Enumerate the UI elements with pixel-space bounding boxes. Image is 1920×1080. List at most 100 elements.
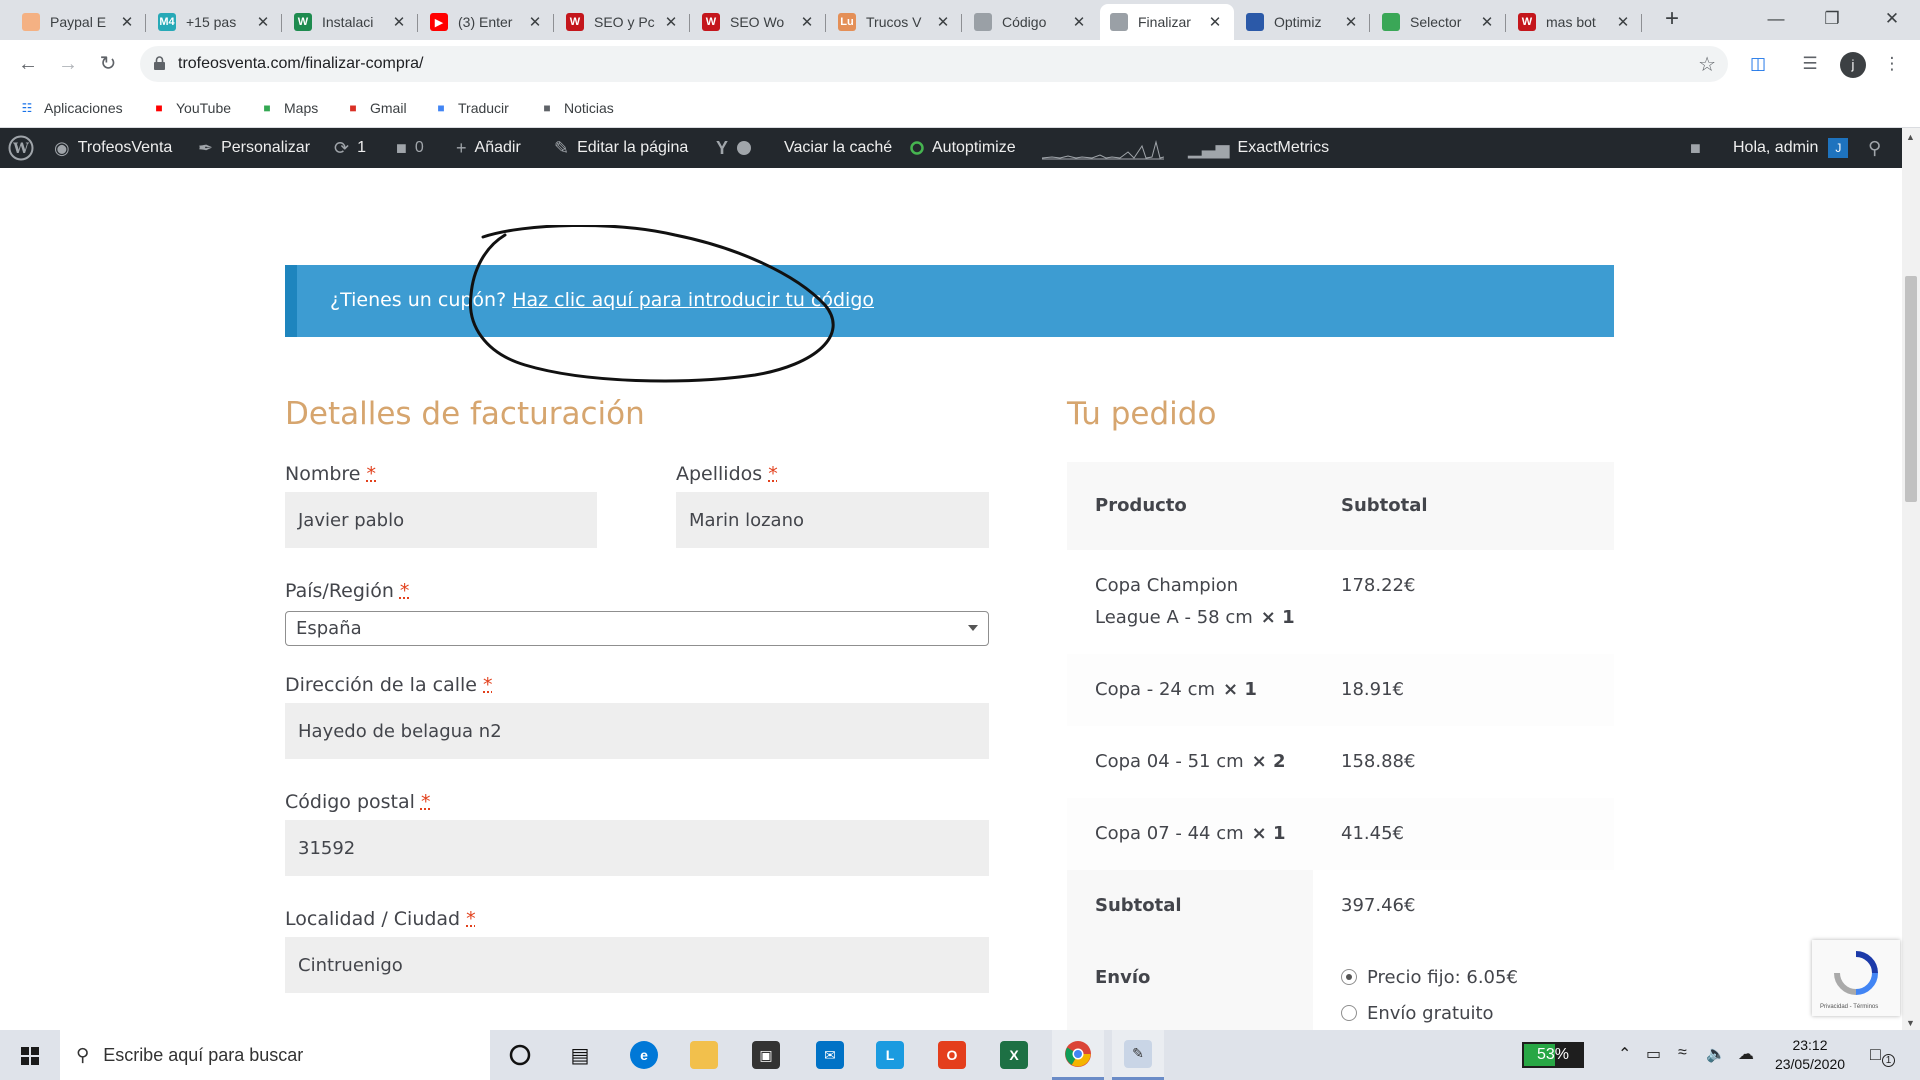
reload-button[interactable]: ↻	[94, 50, 122, 78]
cortana-button[interactable]	[494, 1030, 546, 1080]
scroll-down-arrow-icon[interactable]: ▼	[1906, 1018, 1915, 1028]
browser-tab[interactable]: W Instalaci ✕	[284, 4, 418, 40]
browser-tab[interactable]: Código ✕	[964, 4, 1098, 40]
add-new-menu[interactable]: + Añadir	[456, 128, 521, 168]
bookmark-noticias[interactable]: ■ Noticias	[538, 96, 613, 120]
recaptcha-badge[interactable]: Privacidad - Términos	[1812, 940, 1900, 1016]
extension-icon[interactable]: ◫	[1746, 52, 1770, 76]
task-view-button[interactable]: ▤	[554, 1030, 606, 1080]
chrome-app[interactable]	[1052, 1030, 1104, 1080]
browser-tab[interactable]: Selector ✕	[1372, 4, 1506, 40]
site-name-menu[interactable]: ◉ TrofeosVenta	[54, 128, 172, 168]
battery-meter[interactable]: 53%	[1522, 1042, 1584, 1068]
close-tab-icon[interactable]: ✕	[934, 13, 952, 31]
start-button[interactable]	[0, 1030, 60, 1080]
browser-tab[interactable]: ▶ (3) Enter ✕	[420, 4, 554, 40]
coupon-link[interactable]: Haz clic aquí para introducir tu código	[512, 289, 874, 311]
taskbar-search[interactable]: ⚲ Escribe aquí para buscar	[60, 1030, 490, 1080]
store-app[interactable]: ▣	[740, 1030, 792, 1080]
show-hidden-icons-chevron-icon[interactable]: ⌃	[1618, 1044, 1631, 1064]
system-clock[interactable]: 23:12 23/05/2020	[1770, 1036, 1850, 1074]
autoptimize-menu[interactable]: Autoptimize	[910, 128, 1016, 168]
bookmark-star-icon[interactable]: ☆	[1698, 52, 1716, 77]
excel-icon: X	[1000, 1041, 1028, 1069]
media-control-icon[interactable]: ☰	[1798, 52, 1822, 76]
yoast-seo-menu[interactable]: Y	[716, 128, 752, 168]
close-tab-icon[interactable]: ✕	[118, 13, 136, 31]
clear-cache-link[interactable]: Vaciar la caché	[784, 128, 892, 168]
last-name-field[interactable]: Marin lozano	[676, 492, 989, 548]
action-center-button[interactable]: □ 1	[1870, 1044, 1895, 1067]
tab-separator	[689, 14, 690, 32]
onedrive-cloud-icon[interactable]: ☁	[1738, 1044, 1754, 1064]
comments-link[interactable]: ■ 0	[396, 128, 424, 168]
close-tab-icon[interactable]: ✕	[798, 13, 816, 31]
paint-app[interactable]: ✎	[1112, 1030, 1164, 1080]
radio-selected-icon[interactable]	[1341, 969, 1357, 985]
browser-tab[interactable]: Finalizar ✕	[1100, 4, 1234, 40]
bookmark-gmail[interactable]: ■ Gmail	[344, 96, 406, 120]
exactmetrics-menu[interactable]: ▁▃▅ ExactMetrics	[1188, 128, 1329, 168]
stats-sparkline-icon[interactable]	[1042, 138, 1164, 160]
bookmark-youtube[interactable]: ■ YouTube	[150, 96, 231, 120]
volume-icon[interactable]: 🔈	[1706, 1044, 1726, 1064]
file-explorer-app[interactable]	[678, 1030, 730, 1080]
lock-icon[interactable]	[154, 56, 165, 70]
admin-notifications[interactable]: ■	[1690, 128, 1709, 168]
country-select[interactable]: España	[285, 611, 989, 646]
city-field[interactable]: Cintruenigo	[285, 937, 989, 993]
close-tab-icon[interactable]: ✕	[1614, 13, 1632, 31]
browser-tab[interactable]: Lu Trucos V ✕	[828, 4, 962, 40]
recaptcha-terms[interactable]: Privacidad - Términos	[1820, 1004, 1878, 1010]
lightroom-app[interactable]: L	[864, 1030, 916, 1080]
profile-avatar[interactable]: j	[1840, 52, 1866, 78]
updates-link[interactable]: ⟳ 1	[334, 128, 366, 168]
address-bar[interactable]: trofeosventa.com/finalizar-compra/ ☆	[140, 46, 1728, 82]
shipping-option-flat-rate[interactable]: Precio fijo: 6.05€	[1341, 962, 1518, 994]
edge-app[interactable]: e	[618, 1030, 670, 1080]
browser-tab[interactable]: Wmas bot ✕	[1508, 4, 1642, 40]
browser-tab[interactable]: Optimiz ✕	[1236, 4, 1370, 40]
mail-app[interactable]: ✉	[804, 1030, 856, 1080]
first-name-field[interactable]: Javier pablo	[285, 492, 597, 548]
shipping-option-free[interactable]: Envío gratuito	[1341, 998, 1518, 1030]
wordpress-logo[interactable]: W	[8, 128, 34, 168]
customize-link[interactable]: ✒ Personalizar	[198, 128, 310, 168]
maximize-button[interactable]: ❐	[1804, 0, 1860, 40]
bookmark-maps[interactable]: ■ Maps	[258, 96, 318, 120]
browser-tab[interactable]: Paypal E ✕	[12, 4, 146, 40]
browser-tab[interactable]: W SEO y Pc ✕	[556, 4, 690, 40]
back-button[interactable]: ←	[14, 50, 42, 78]
street-address-field[interactable]: Hayedo de belagua n2	[285, 703, 989, 759]
minimize-button[interactable]: —	[1748, 0, 1804, 40]
bookmark-traducir[interactable]: ■ Traducir	[432, 96, 508, 120]
close-tab-icon[interactable]: ✕	[526, 13, 544, 31]
browser-tab[interactable]: M4 +15 pas ✕	[148, 4, 282, 40]
excel-app[interactable]: X	[988, 1030, 1040, 1080]
close-tab-icon[interactable]: ✕	[1070, 13, 1088, 31]
close-tab-icon[interactable]: ✕	[254, 13, 272, 31]
menu-kebab-icon[interactable]: ⋮	[1880, 52, 1904, 76]
forward-button[interactable]: →	[54, 50, 82, 78]
battery-icon[interactable]: ▭	[1646, 1044, 1661, 1064]
clock-time: 23:12	[1792, 1037, 1828, 1053]
close-tab-icon[interactable]: ✕	[1342, 13, 1360, 31]
close-tab-icon[interactable]: ✕	[1478, 13, 1496, 31]
close-tab-icon[interactable]: ✕	[662, 13, 680, 31]
office-app[interactable]: O	[926, 1030, 978, 1080]
admin-search[interactable]: ⚲	[1868, 128, 1881, 168]
radio-unselected-icon[interactable]	[1341, 1005, 1357, 1021]
new-tab-button[interactable]: +	[1656, 4, 1688, 36]
edit-page-link[interactable]: ✎ Editar la página	[554, 128, 688, 168]
my-account-menu[interactable]: Hola, admin J	[1733, 128, 1849, 168]
bookmark-aplicaciones[interactable]: ☷ Aplicaciones	[18, 96, 123, 120]
wifi-icon[interactable]: ≈	[1678, 1044, 1687, 1062]
close-tab-icon[interactable]: ✕	[1206, 13, 1224, 31]
browser-tab[interactable]: W SEO Wo ✕	[692, 4, 826, 40]
postcode-field[interactable]: 31592	[285, 820, 989, 876]
close-tab-icon[interactable]: ✕	[390, 13, 408, 31]
close-window-button[interactable]: ✕	[1864, 0, 1920, 40]
scroll-up-arrow-icon[interactable]: ▲	[1906, 132, 1915, 142]
scrollbar-thumb[interactable]	[1905, 276, 1917, 502]
page-scrollbar[interactable]: ▲ ▼	[1902, 128, 1920, 1030]
